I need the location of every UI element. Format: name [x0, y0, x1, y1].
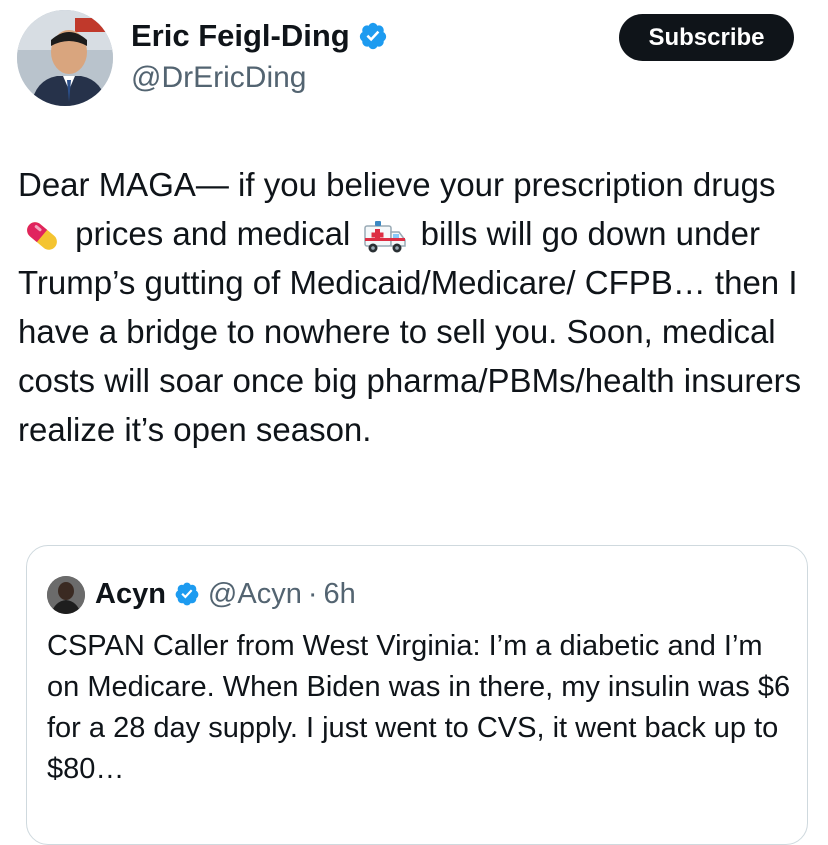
- subscribe-button[interactable]: Subscribe: [619, 14, 794, 61]
- header-separator: ·: [307, 578, 318, 610]
- quoted-author-handle[interactable]: @Acyn: [208, 574, 302, 614]
- tweet-text: Dear MAGA— if you believe your prescript…: [18, 160, 818, 454]
- tweet-text-part-1: Dear MAGA— if you believe your prescript…: [18, 166, 776, 203]
- quoted-tweet-header: Acyn @Acyn · 6h: [95, 574, 356, 614]
- quoted-tweet-card[interactable]: Acyn @Acyn · 6h CSPAN Caller from West V…: [26, 545, 808, 845]
- quoted-author-avatar-image: [47, 576, 85, 614]
- pill-emoji-icon: [27, 222, 57, 251]
- author-name[interactable]: Eric Feigl-Ding: [131, 18, 350, 54]
- verified-badge-icon: [359, 22, 386, 50]
- quoted-author-name[interactable]: Acyn: [95, 574, 166, 614]
- author-avatar-image: [17, 10, 113, 106]
- quoted-author-avatar[interactable]: [47, 576, 85, 614]
- quoted-tweet-text: CSPAN Caller from West Virginia: I’m a d…: [47, 630, 791, 785]
- author-handle[interactable]: @DrEricDing: [131, 60, 306, 96]
- author-name-row[interactable]: Eric Feigl-Ding: [131, 18, 388, 54]
- author-avatar[interactable]: [17, 10, 113, 106]
- ambulance-emoji-icon: [364, 221, 407, 253]
- quoted-verified-badge-icon: [175, 582, 199, 606]
- quoted-tweet-time[interactable]: 6h: [324, 574, 356, 614]
- tweet-text-part-2: prices and medical: [75, 215, 351, 252]
